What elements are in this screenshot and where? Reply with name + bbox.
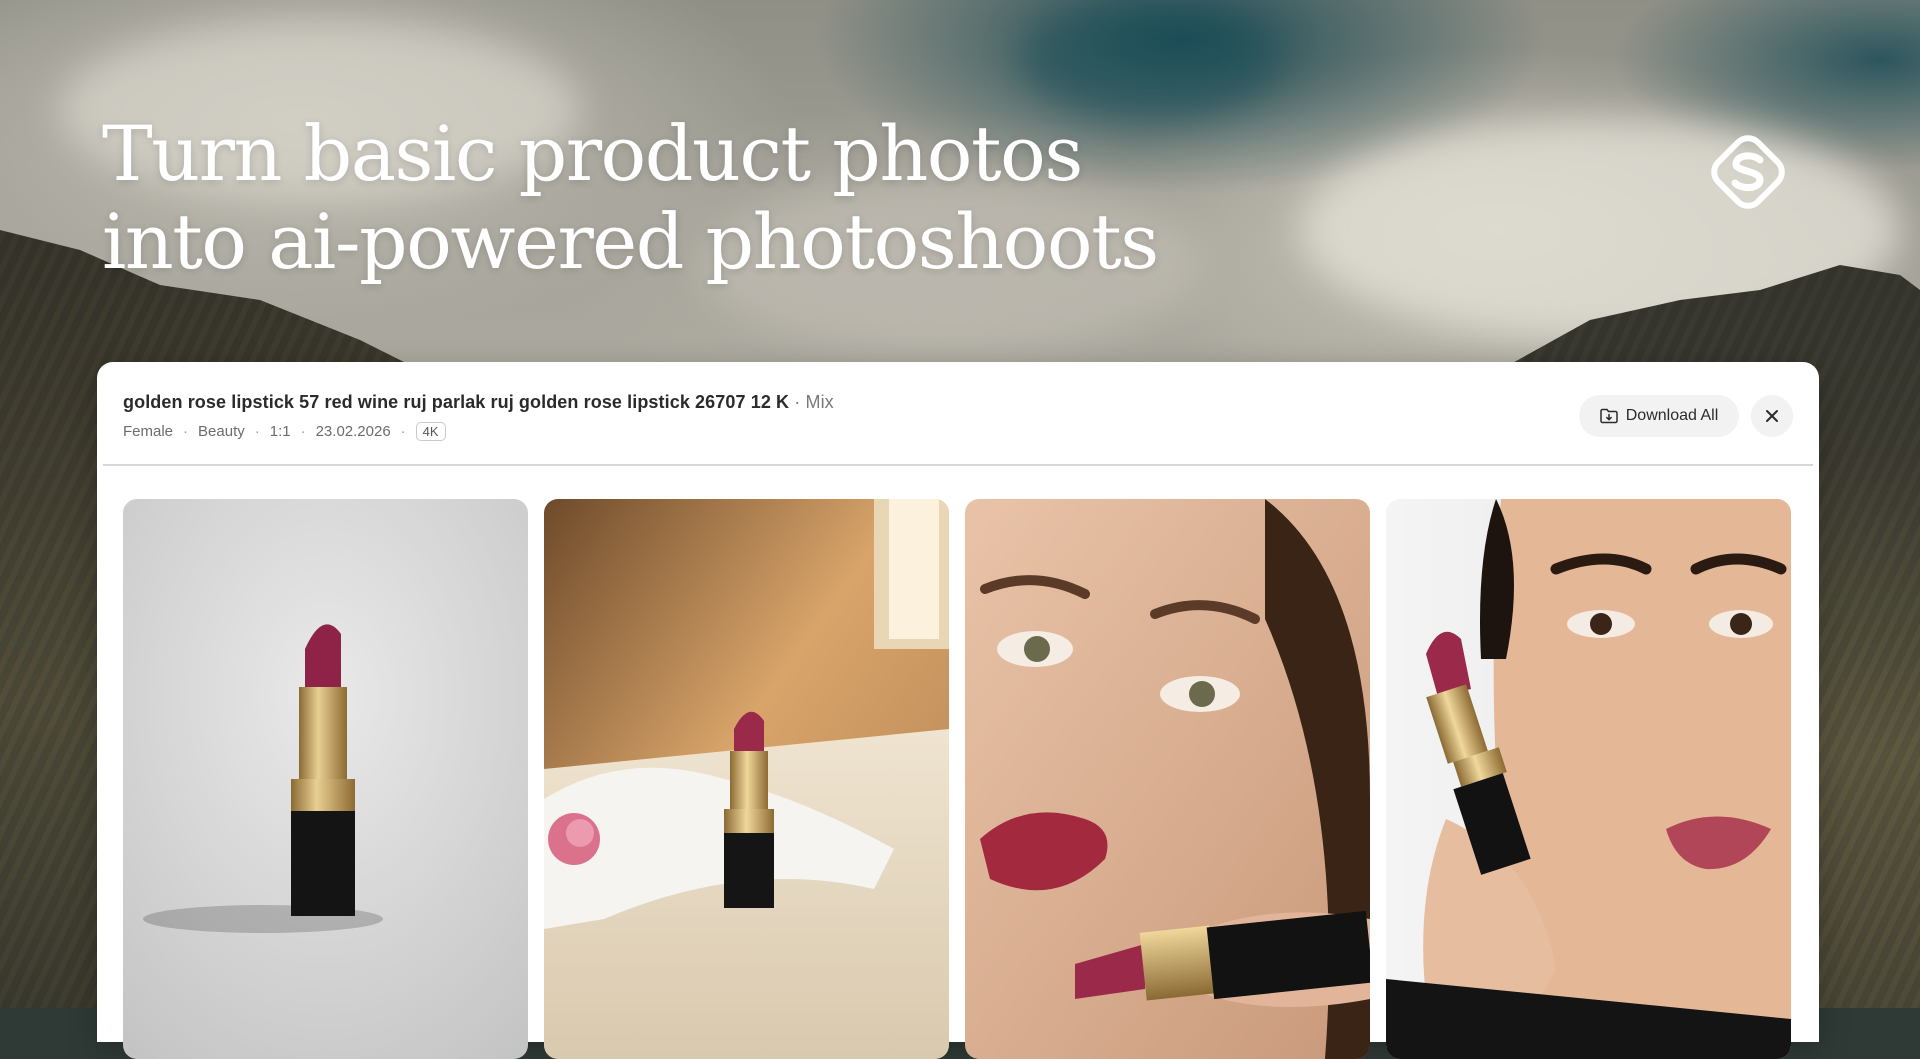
hero-title-line-2: into ai-powered photoshoots [102, 197, 1159, 286]
meta-separator: · [183, 423, 189, 440]
generated-image-studio[interactable] [123, 499, 528, 1059]
meta-date: 23.02.2026 [315, 423, 391, 440]
download-all-button[interactable]: Download All [1579, 395, 1739, 437]
cloud [1020, 0, 1280, 120]
image-gallery [123, 499, 1791, 1059]
meta-category: Beauty [198, 423, 245, 440]
download-all-label: Download All [1625, 407, 1719, 424]
brand-s-logo-icon[interactable] [1702, 126, 1794, 218]
hero-title: Turn basic product photos into ai-powere… [102, 109, 1159, 286]
generated-image-marble[interactable] [544, 499, 949, 1059]
generated-image-model-holding[interactable] [1386, 499, 1791, 1059]
title-separator: · [794, 392, 801, 412]
meta-gender: Female [123, 423, 174, 440]
mode-label: Mix [805, 392, 834, 412]
product-name: golden rose lipstick 57 red wine ruj par… [123, 392, 790, 412]
close-button[interactable] [1751, 395, 1793, 437]
meta-separator: · [254, 423, 260, 440]
meta-aspect-ratio: 1:1 [269, 423, 291, 440]
folder-download-icon [1600, 408, 1618, 424]
resolution-badge: 4K [415, 422, 446, 441]
hero-title-line-1: Turn basic product photos [102, 109, 1083, 198]
generated-image-model-closeup[interactable] [965, 499, 1370, 1059]
close-icon [1766, 410, 1778, 422]
generation-panel: golden rose lipstick 57 red wine ruj par… [97, 362, 1819, 1059]
meta-row: Female · Beauty · 1:1 · 23.02.2026 · 4K [123, 422, 446, 441]
panel-header: golden rose lipstick 57 red wine ruj par… [97, 362, 1819, 466]
meta-separator: · [400, 423, 406, 440]
header-divider [103, 464, 1813, 466]
meta-separator: · [300, 423, 306, 440]
session-title: golden rose lipstick 57 red wine ruj par… [123, 392, 834, 413]
